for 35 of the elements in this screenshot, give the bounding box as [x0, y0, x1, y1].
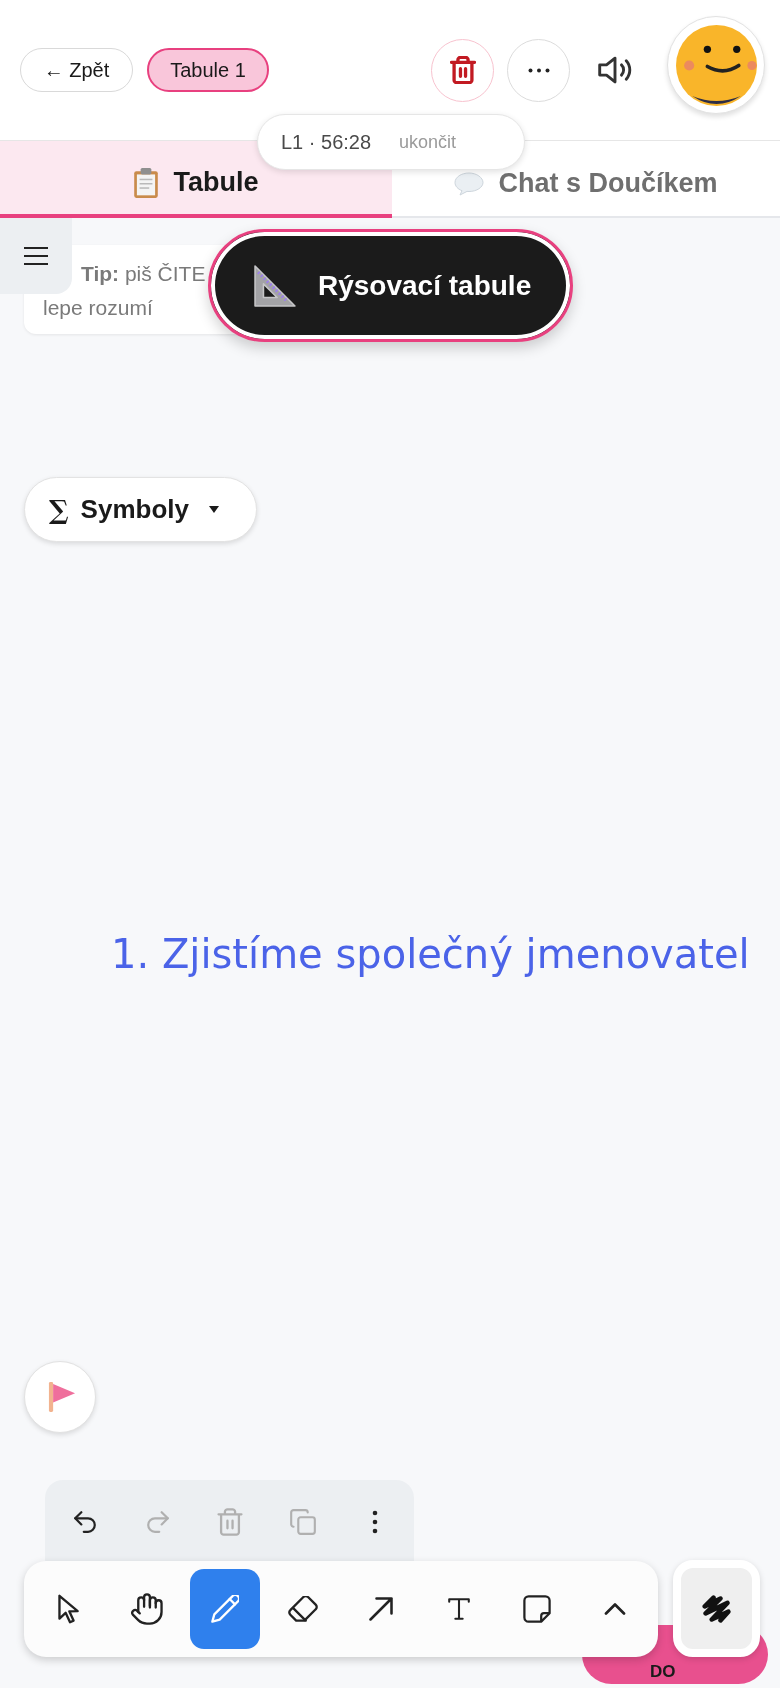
kebab-menu-icon — [372, 1510, 378, 1534]
arrow-icon — [369, 1597, 393, 1621]
undo-icon — [72, 1511, 98, 1533]
smiley-face-icon — [675, 24, 757, 106]
trash-icon — [217, 1508, 243, 1536]
caret-icon — [208, 506, 219, 513]
board-chip[interactable]: Tabule 1 — [147, 48, 269, 92]
clipboard-icon — [133, 167, 160, 198]
scribble-button[interactable] — [673, 1560, 760, 1657]
ruler-board-button[interactable]: Rýsovací tabule — [208, 229, 573, 342]
trash-icon — [449, 56, 476, 84]
speaker-button[interactable] — [598, 55, 632, 85]
sticky-note-icon — [523, 1595, 551, 1623]
cursor-icon — [58, 1594, 80, 1624]
pencil-icon — [211, 1595, 239, 1623]
symbols-dropdown[interactable]: ∑ Symboly — [24, 477, 257, 542]
more-icon — [527, 67, 550, 73]
chevron-up-icon — [604, 1603, 626, 1615]
duplicate-icon — [289, 1509, 316, 1535]
handwritten-text: 1. Zjistíme společný jmenovatel — [111, 930, 750, 978]
speaker-icon — [598, 55, 632, 85]
eraser-icon — [288, 1596, 318, 1622]
tip-text: lepe rozumí — [43, 295, 153, 321]
tip-text: Tip: piš ČITE — [81, 261, 206, 287]
pencil-tool-button[interactable] — [190, 1569, 260, 1649]
scribble-icon — [701, 1594, 732, 1623]
menu-button[interactable] — [0, 218, 72, 294]
flag-button[interactable] — [24, 1361, 96, 1433]
flag-icon — [48, 1382, 76, 1412]
hand-icon — [131, 1593, 163, 1625]
redo-icon — [144, 1511, 171, 1533]
menu-icon — [24, 247, 48, 265]
back-button[interactable]: ← Zpět — [20, 48, 133, 92]
speech-bubble-icon — [454, 171, 485, 196]
text-icon — [448, 1596, 470, 1622]
